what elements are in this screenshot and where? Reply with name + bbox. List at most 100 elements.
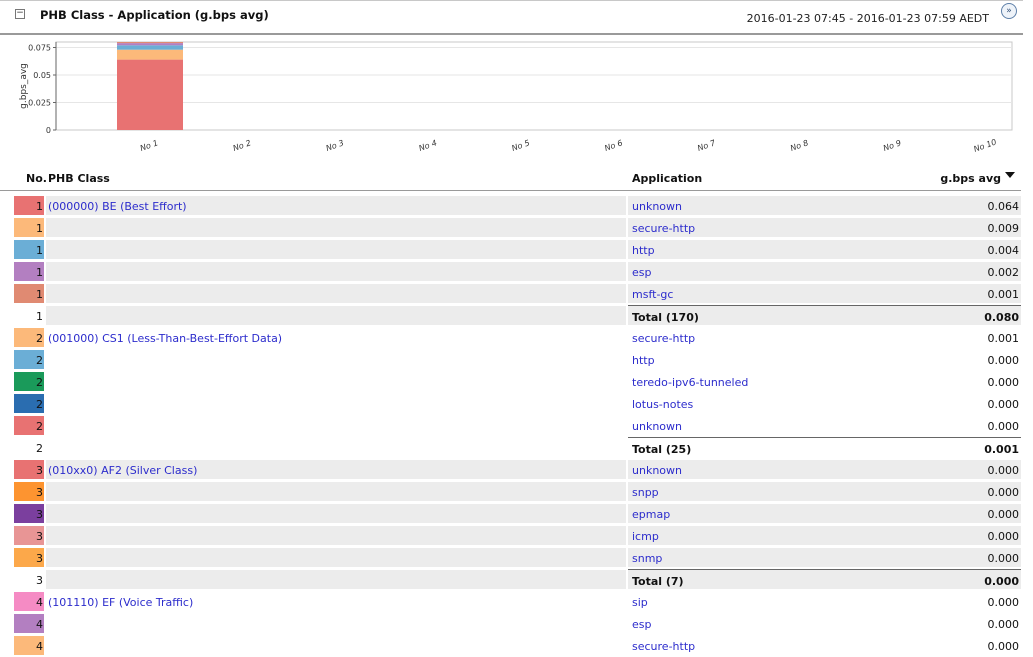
phb-class-link[interactable]: (000000) BE (Best Effort) [48,200,187,213]
row-shade-left [46,284,626,303]
row-number: 1 [36,310,43,323]
header-phb-class[interactable]: PHB Class [48,172,110,185]
row-shade-left [46,548,626,567]
row-number: 1 [36,288,43,301]
row-number: 3 [36,508,43,521]
bar-segment [117,49,183,60]
total-row: 2 Total (25) 0.001 [0,437,1021,459]
table-row: 1 esp 0.002 [0,261,1021,283]
row-shade-right [628,548,1021,567]
row-shade-right [628,262,1021,281]
application-link[interactable]: secure-http [632,222,695,235]
x-tick-label: No 10 [973,137,998,154]
value-cell: 0.000 [987,376,1020,389]
application-link[interactable]: snpp [632,486,659,499]
table-row: 1 http 0.004 [0,239,1021,261]
phb-class-link[interactable]: (101110) EF (Voice Traffic) [48,596,193,609]
application-link[interactable]: secure-http [632,640,695,653]
value-cell: 0.000 [987,640,1020,653]
row-number: 2 [36,332,43,345]
row-number: 3 [36,486,43,499]
row-number: 2 [36,398,43,411]
application-link[interactable]: epmap [632,508,670,521]
row-shade-right [628,240,1021,259]
table-row: 2 (001000) CS1 (Less-Than-Best-Effort Dat… [0,327,1021,349]
value-cell: 0.002 [987,266,1020,279]
value-cell: 0.000 [987,618,1020,631]
value-cell: 0.009 [987,222,1020,235]
row-shade-left [46,416,626,435]
row-number: 4 [36,618,43,631]
row-number: 4 [36,596,43,609]
header-gbps-avg[interactable]: g.bps avg [940,172,1001,185]
application-link[interactable]: http [632,244,655,257]
row-shade-left [46,394,626,413]
row-shade-right [628,504,1021,523]
sort-descending-icon[interactable] [1005,172,1015,178]
row-shade-right [628,482,1021,501]
application-link[interactable]: secure-http [632,332,695,345]
value-cell: 0.064 [987,200,1020,213]
table-row: 4 secure-http 0.000 [0,635,1021,657]
value-cell: 0.001 [987,332,1020,345]
value-cell: 0.000 [987,398,1020,411]
bar-segment [117,45,183,50]
y-tick-label: 0.075 [28,44,51,53]
application-link[interactable]: snmp [632,552,662,565]
row-number: 2 [36,376,43,389]
chart-svg: 0 0.025 0.05 0.075 g.bps_avg No 1 No 2 No 3 No 4… [19,41,1013,154]
stacked-bar-chart: 0 0.025 0.05 0.075 g.bps_avg No 1 No 2 No 3 No 4… [10,41,1020,164]
application-link[interactable]: esp [632,618,651,631]
table-row: 3 snmp 0.000 [0,547,1021,569]
row-shade-left [46,218,626,237]
header-no[interactable]: No. [26,172,47,185]
y-tick-label: 0.025 [28,99,51,108]
table-row: 2 unknown 0.000 [0,415,1021,437]
value-cell: 0.000 [987,596,1020,609]
x-tick-label: No 2 [232,138,252,153]
application-link[interactable]: teredo-ipv6-tunneled [632,376,748,389]
row-shade-right [628,416,1021,435]
bar-segment [117,42,183,44]
table-row: 3 icmp 0.000 [0,525,1021,547]
row-shade-left [46,350,626,369]
row-number: 3 [36,552,43,565]
collapse-toggle-icon[interactable]: − [15,9,25,19]
row-shade-left [46,306,626,325]
value-cell: 0.080 [984,311,1019,324]
row-shade-right [628,460,1021,479]
table-row: 2 teredo-ipv6-tunneled 0.000 [0,371,1021,393]
row-number: 1 [36,222,43,235]
value-cell: 0.000 [987,464,1020,477]
row-number: 2 [36,420,43,433]
phb-class-link[interactable]: (010xx0) AF2 (Silver Class) [48,464,197,477]
application-link[interactable]: msft-gc [632,288,673,301]
application-link[interactable]: icmp [632,530,659,543]
table-row: 3 snpp 0.000 [0,481,1021,503]
application-link[interactable]: lotus-notes [632,398,693,411]
application-link[interactable]: http [632,354,655,367]
panel-title: PHB Class - Application (g.bps avg) [40,8,269,22]
value-cell: 0.000 [984,575,1019,588]
x-tick-label: No 7 [696,138,717,153]
x-tick-label: No 8 [789,138,809,153]
total-label: Total (7) [632,575,684,588]
x-tick-label: No 1 [139,138,159,153]
row-shade-right [628,614,1021,633]
table-row: 3 (010xx0) AF2 (Silver Class) unknown 0.000 [0,459,1021,481]
application-link[interactable]: esp [632,266,651,279]
x-tick-label: No 3 [325,138,345,153]
x-tick-label: No 5 [510,138,530,153]
x-tick-label: No 4 [418,138,438,153]
total-row: 1 Total (170) 0.080 [0,305,1021,327]
application-link[interactable]: unknown [632,420,682,433]
header-application[interactable]: Application [632,172,702,185]
application-link[interactable]: unknown [632,200,682,213]
application-link[interactable]: unknown [632,464,682,477]
expand-chevron-icon[interactable]: » [1001,3,1017,19]
value-cell: 0.000 [987,530,1020,543]
value-cell: 0.001 [987,288,1020,301]
phb-class-link[interactable]: (001000) CS1 (Less-Than-Best-Effort Data… [48,332,282,345]
value-cell: 0.000 [987,552,1020,565]
application-link[interactable]: sip [632,596,648,609]
